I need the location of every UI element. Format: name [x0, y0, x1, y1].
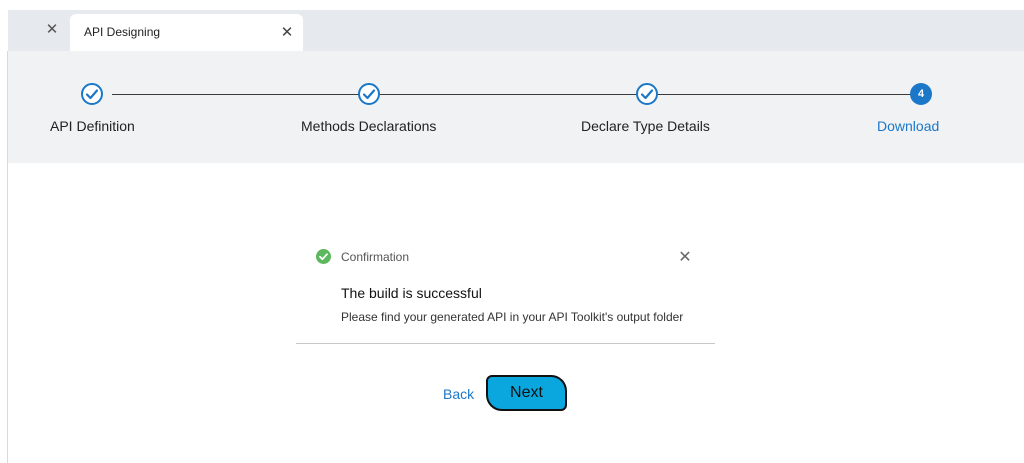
close-icon[interactable]: ✕ — [44, 22, 60, 38]
confirmation-message: Please find your generated API in your A… — [341, 310, 684, 324]
stepper: 4 API Definition Methods Declarations De… — [8, 51, 1024, 163]
confirmation-title: Confirmation — [341, 250, 410, 264]
tab-title: API Designing — [84, 25, 161, 39]
step-connector — [658, 94, 911, 95]
step-label-api-definition: API Definition — [50, 118, 135, 134]
check-circle-icon — [316, 249, 331, 264]
confirmation-heading: The build is successful — [341, 285, 482, 301]
step-connector — [112, 94, 360, 95]
step-connector — [380, 94, 638, 95]
next-button[interactable]: Next — [486, 375, 567, 411]
back-link[interactable]: Back — [443, 386, 474, 402]
tab-close-icon[interactable]: ✕ — [279, 23, 295, 41]
step-4-number: 4 — [910, 83, 932, 105]
dismiss-close-icon[interactable]: ✕ — [677, 247, 693, 267]
step-label-declare-type-details: Declare Type Details — [581, 118, 710, 134]
top-strip — [0, 0, 1024, 10]
step-1-checkmark-icon — [81, 83, 103, 105]
step-label-download: Download — [877, 118, 940, 134]
step-2-checkmark-icon — [358, 83, 380, 105]
step-label-methods-declarations: Methods Declarations — [301, 118, 437, 134]
tab-api-designing[interactable]: API Designing ✕ — [70, 14, 303, 51]
divider — [296, 343, 715, 344]
step-3-checkmark-icon — [636, 83, 658, 105]
